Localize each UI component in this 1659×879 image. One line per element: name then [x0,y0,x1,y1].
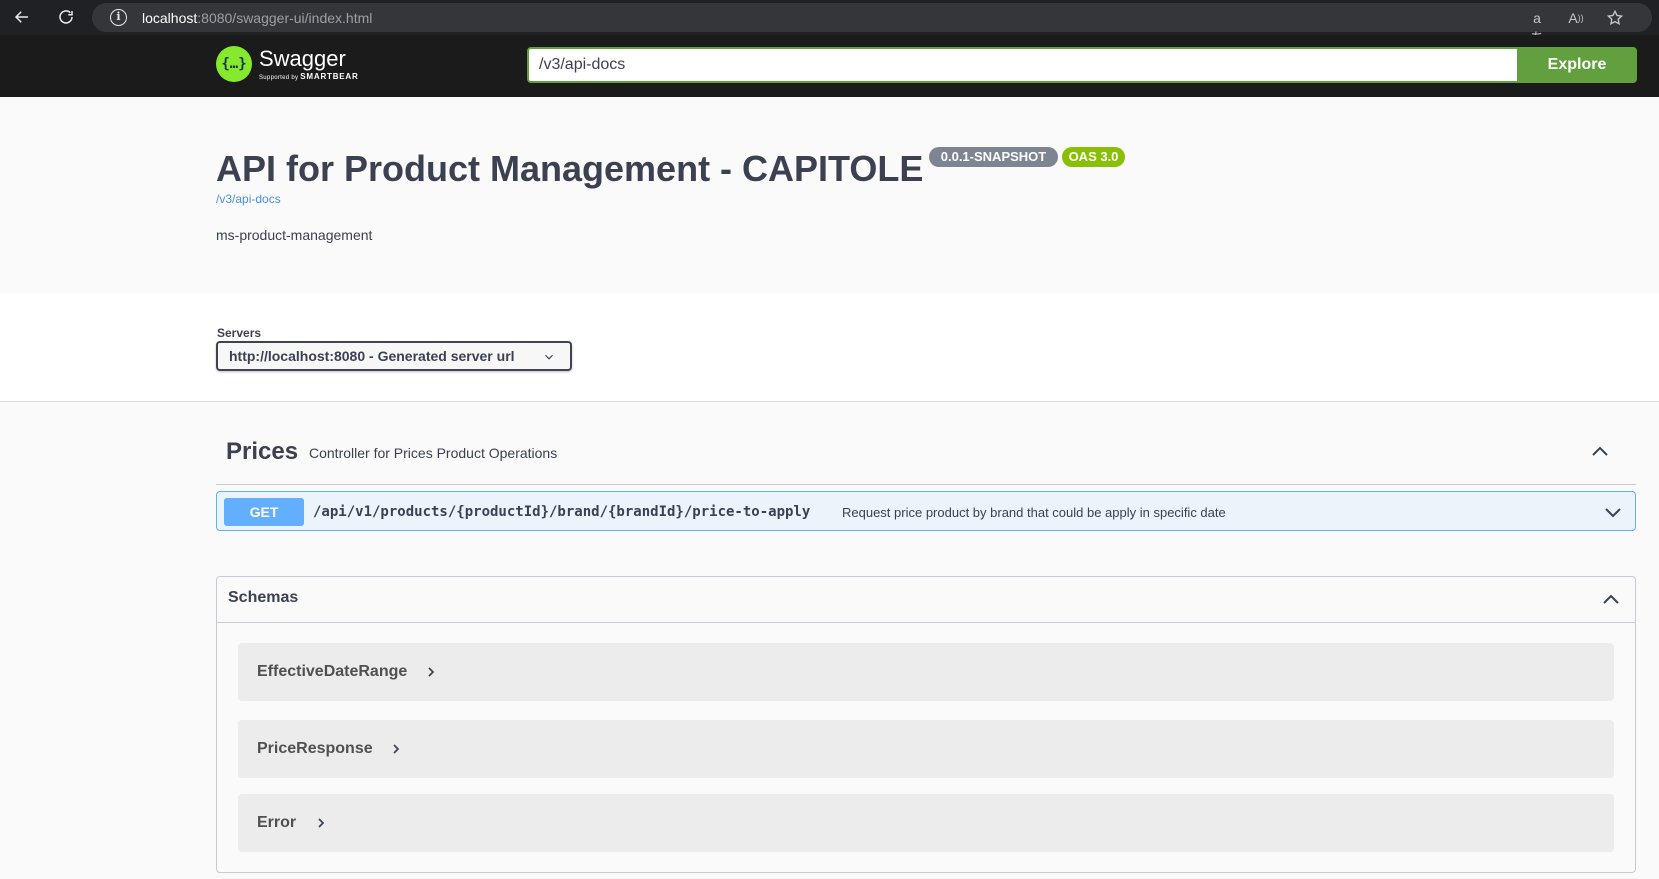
swagger-topbar: {…} Swagger Supported by SMARTBEAR /v3/a… [0,35,1659,97]
swagger-logo-icon: {…} [216,46,252,82]
schema-model-name: PriceResponse [257,740,373,757]
translate-icon[interactable]: aあ [1527,8,1547,46]
api-description: ms-product-management [216,227,373,243]
logo-subtitle: Supported by SMARTBEAR [259,72,359,81]
tag-divider [216,484,1636,485]
chevron-down-icon [542,344,556,373]
chevron-right-icon [388,741,404,757]
url-host: localhost [142,10,198,26]
url-path: :8080/swagger-ui/index.html [197,10,373,26]
servers-label: Servers [217,326,262,340]
schemas-section: Schemas EffectiveDateRange PriceResponse… [216,576,1636,873]
chevron-up-icon[interactable] [1588,440,1612,464]
back-arrow-icon[interactable] [10,5,34,29]
method-badge: GET [224,498,304,526]
spec-url-input[interactable]: /v3/api-docs [527,47,1519,83]
schema-model[interactable]: Error [238,794,1614,852]
version-badge: 0.0.1-SNAPSHOT [929,147,1058,167]
chevron-right-icon [423,664,439,680]
reload-icon[interactable] [54,5,78,29]
logo-sub-prefix: Supported by [259,75,301,81]
favorite-star-icon[interactable] [1605,8,1625,28]
schema-model[interactable]: EffectiveDateRange [238,643,1614,701]
oas-badge: OAS 3.0 [1062,147,1125,167]
site-info-icon[interactable]: i [110,9,127,26]
logo-sub-brand: SMARTBEAR [300,72,359,81]
swagger-logo[interactable]: {…} Swagger Supported by SMARTBEAR [216,46,359,82]
page-title: API for Product Management - CAPITOLE [216,148,924,189]
operation-summary: Request price product by brand that coul… [842,505,1226,520]
servers-select[interactable]: http://localhost:8080 - Generated server… [216,341,572,371]
spec-link[interactable]: /v3/api-docs [216,192,281,206]
schemas-title: Schemas [228,589,299,606]
logo-text: Swagger Supported by SMARTBEAR [259,46,359,82]
schemas-header[interactable]: Schemas [217,577,1635,623]
chevron-right-icon [313,815,329,831]
url-text[interactable]: localhost:8080/swagger-ui/index.html [142,10,372,26]
schema-model-name: Error [257,814,297,831]
chevron-down-icon[interactable] [1601,500,1625,524]
operation-path: /api/v1/products/{productId}/brand/{bran… [313,504,811,520]
servers-selected-value: http://localhost:8080 - Generated server… [229,348,515,364]
read-aloud-icon[interactable]: A)) [1566,8,1586,28]
operation-get-price-to-apply[interactable]: GET /api/v1/products/{productId}/brand/{… [216,491,1636,531]
tag-prices-description: Controller for Prices Product Operations [309,445,558,461]
schema-model[interactable]: PriceResponse [238,720,1614,778]
logo-title: Swagger [259,46,346,71]
schema-model-name: EffectiveDateRange [257,663,408,680]
tag-prices-title[interactable]: Prices [226,438,298,466]
chevron-up-icon[interactable] [1599,588,1623,612]
explore-button[interactable]: Explore [1517,47,1637,83]
address-bar[interactable]: i localhost:8080/swagger-ui/index.html a… [92,3,1652,46]
browser-toolbar: i localhost:8080/swagger-ui/index.html a… [0,0,1659,46]
